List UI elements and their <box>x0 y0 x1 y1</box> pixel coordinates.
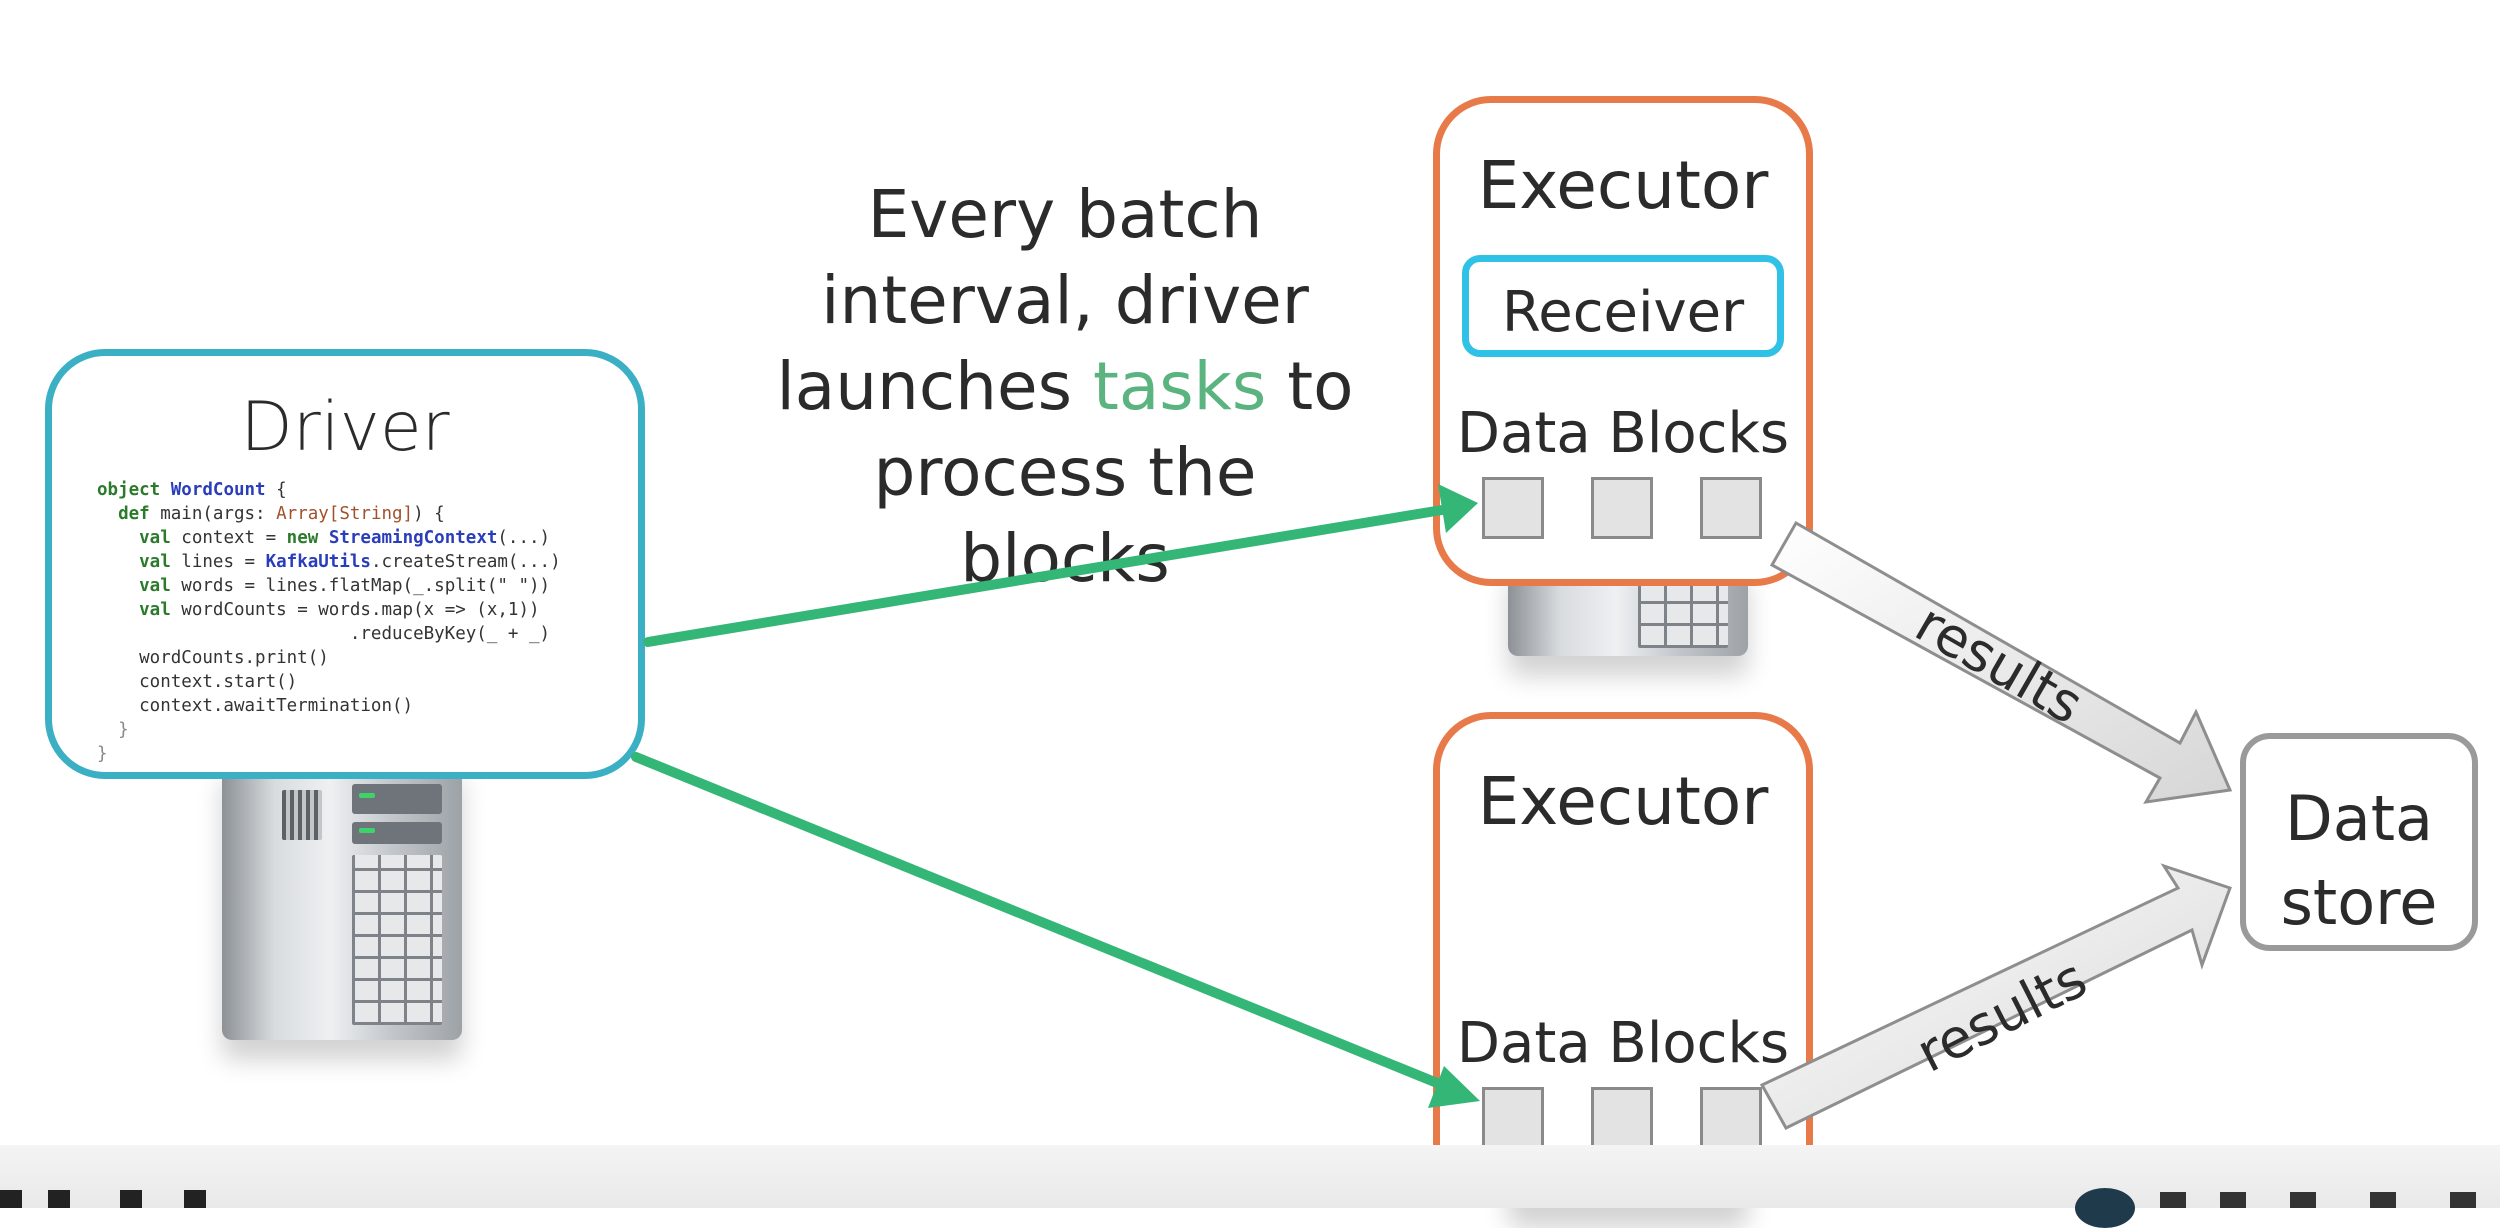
results-arrow-top: results <box>1769 520 2233 804</box>
diagram-canvas: Driver object WordCount { def main(args:… <box>0 0 2500 1228</box>
bottom-logo-icon <box>2075 1188 2135 1228</box>
task-arrow-top <box>643 484 1478 647</box>
bottom-right-logo-fragment <box>2160 1192 2500 1208</box>
results-label: results <box>1907 946 2097 1084</box>
results-arrow-bottom: results <box>1759 863 2232 1130</box>
results-label: results <box>1905 591 2093 736</box>
bottom-left-logo-fragment <box>0 1190 220 1208</box>
task-arrow-bottom <box>631 752 1480 1108</box>
arrows-layer: results results <box>631 484 2233 1130</box>
